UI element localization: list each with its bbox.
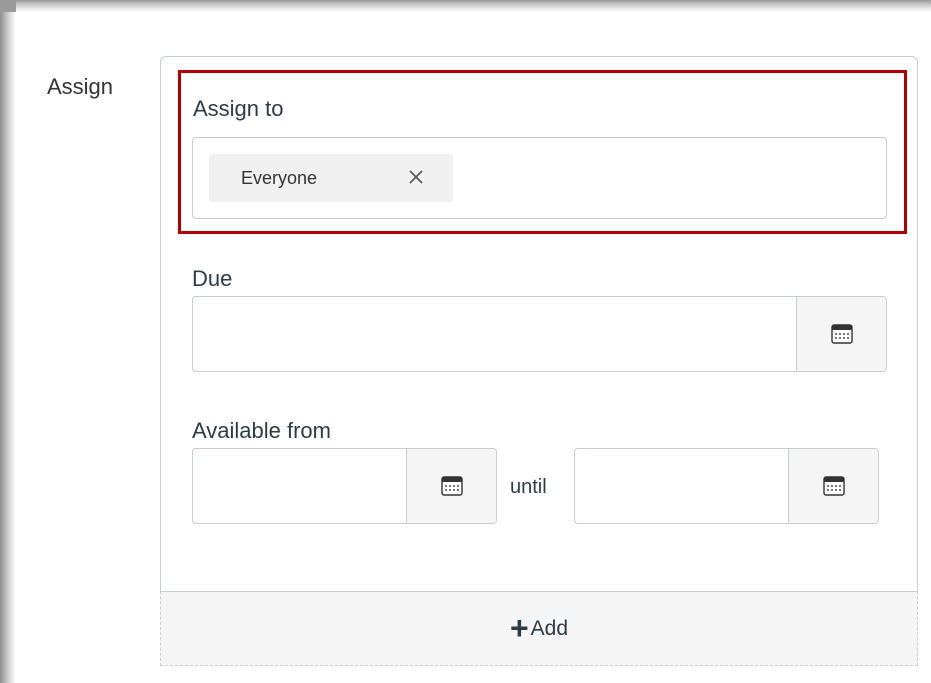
- add-assignment-button[interactable]: + Add: [160, 591, 918, 666]
- available-from-field: [192, 448, 497, 524]
- until-label: until: [510, 476, 547, 498]
- add-button-label: Add: [530, 616, 569, 640]
- available-until-input[interactable]: [575, 449, 788, 523]
- available-from-calendar-button[interactable]: [406, 449, 496, 523]
- available-until-field: [574, 448, 879, 524]
- calendar-icon: [822, 476, 845, 496]
- assign-to-highlight: [178, 70, 907, 234]
- due-date-field: [192, 296, 887, 372]
- window-shadow-corner: [0, 0, 16, 12]
- calendar-icon: [440, 476, 463, 496]
- due-date-input[interactable]: [193, 297, 796, 371]
- due-label: Due: [192, 266, 233, 291]
- available-from-input[interactable]: [193, 449, 406, 523]
- plus-icon: +: [509, 609, 529, 646]
- window-shadow-left: [0, 0, 16, 683]
- assign-section-label: Assign: [47, 74, 114, 99]
- calendar-icon: [830, 324, 853, 344]
- window-shadow-top: [0, 0, 931, 12]
- due-calendar-button[interactable]: [796, 297, 886, 371]
- available-from-label: Available from: [192, 418, 331, 443]
- available-until-calendar-button[interactable]: [788, 449, 878, 523]
